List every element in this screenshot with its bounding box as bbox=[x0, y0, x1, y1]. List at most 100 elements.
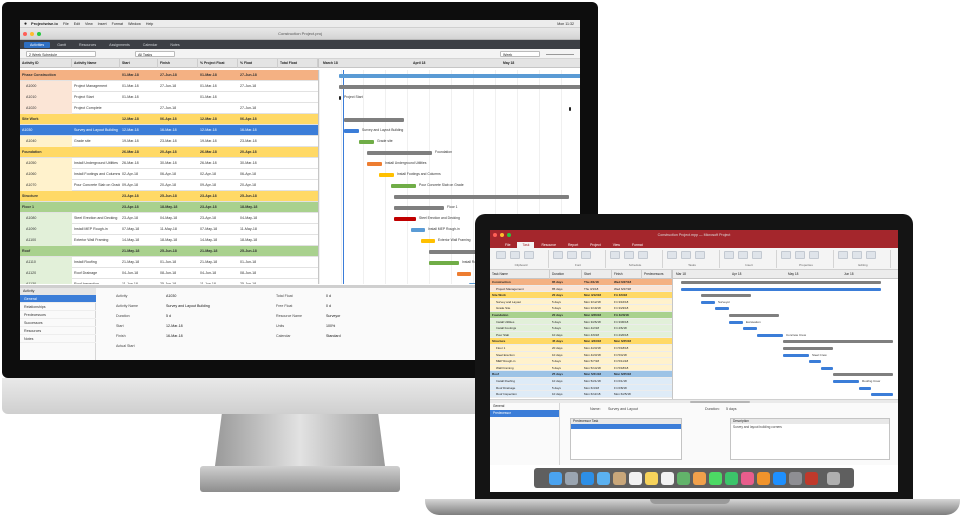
filter-select[interactable]: All Tasks bbox=[135, 51, 175, 57]
activity-row[interactable]: A1060 Install Footings and Columns 02-Apr-… bbox=[20, 169, 318, 180]
activity-row[interactable]: A1070 Pour Concrete Slab on Grade 09-Apr-1… bbox=[20, 180, 318, 191]
column-header[interactable]: % Float bbox=[238, 59, 278, 68]
gantt-bar[interactable] bbox=[379, 173, 394, 177]
notes-icon[interactable] bbox=[644, 471, 658, 485]
task-row[interactable]: Survey and Layout 5 days Mon 3/12/18 Fri 3/… bbox=[490, 298, 672, 306]
contacts-icon[interactable] bbox=[612, 471, 626, 485]
inspector-field-value[interactable]: 5 d bbox=[166, 314, 171, 318]
ribbon-button-icon[interactable] bbox=[681, 251, 691, 259]
inspector-field-value[interactable]: A1030 bbox=[166, 294, 176, 298]
gantt-bar[interactable] bbox=[367, 151, 432, 155]
view-tab[interactable]: Assignments bbox=[103, 42, 136, 48]
zoom-slider[interactable] bbox=[546, 54, 574, 55]
laptop-gantt-bar[interactable] bbox=[821, 366, 833, 370]
menu-app-name[interactable]: Projectwise.io bbox=[31, 21, 58, 26]
laptop-gantt-bar[interactable] bbox=[783, 353, 809, 357]
task-column-header[interactable]: Predecessors bbox=[642, 270, 672, 279]
column-header[interactable]: % Project Float bbox=[198, 59, 238, 68]
task-row[interactable]: Site Work 20 days Mon 3/12/18 Fri 4/6/18 bbox=[490, 292, 672, 299]
menu-item[interactable]: Insert bbox=[98, 22, 107, 26]
messages-icon[interactable] bbox=[708, 471, 722, 485]
gantt-bar[interactable] bbox=[391, 184, 416, 188]
task-row[interactable]: Install Roofing 10 days Mon 5/21/18 Fri 6/1… bbox=[490, 378, 672, 385]
menu-item[interactable]: Edit bbox=[74, 22, 80, 26]
laptop-gantt-bar[interactable] bbox=[701, 300, 715, 304]
activity-row[interactable]: Structure 23-Apr-18 25-Jun-18 23-Apr-18 25-J… bbox=[20, 191, 318, 202]
inspector-nav-item[interactable]: Predecessors bbox=[20, 311, 96, 319]
task-column-header[interactable]: Finish bbox=[612, 270, 642, 279]
menu-item[interactable]: Window bbox=[128, 22, 141, 26]
gantt-bar[interactable] bbox=[359, 140, 374, 144]
maps-icon[interactable] bbox=[676, 471, 690, 485]
apple-icon[interactable]: ● bbox=[24, 21, 27, 27]
laptop-gantt-bar[interactable] bbox=[729, 320, 743, 324]
view-tab[interactable]: Notes bbox=[164, 42, 185, 48]
task-duration-value[interactable]: 5 days bbox=[726, 407, 737, 411]
finder-icon[interactable] bbox=[548, 471, 562, 485]
menu-item[interactable]: Format bbox=[112, 22, 123, 26]
laptop-gantt-bar[interactable] bbox=[715, 307, 729, 311]
gantt-bar[interactable] bbox=[339, 96, 341, 100]
appstore-icon[interactable] bbox=[772, 471, 786, 485]
ribbon-button-icon[interactable] bbox=[624, 251, 634, 259]
laptop-gantt-bar[interactable] bbox=[783, 340, 893, 344]
activity-row[interactable]: Foundation 26-Mar-18 20-Apr-18 26-Mar-18 20-… bbox=[20, 147, 318, 158]
menu-item[interactable]: View bbox=[85, 22, 93, 26]
ribbon-button-icon[interactable] bbox=[695, 251, 705, 259]
inspector-nav-item[interactable]: Resources bbox=[20, 327, 96, 335]
ribbon-button-icon[interactable] bbox=[496, 251, 506, 259]
laptop-gantt-bar[interactable] bbox=[833, 373, 893, 377]
column-header[interactable]: Finish bbox=[158, 59, 198, 68]
ribbon-button-icon[interactable] bbox=[809, 251, 819, 259]
laptop-gantt-bar[interactable] bbox=[681, 281, 881, 284]
laptop-gantt-bar[interactable] bbox=[701, 294, 751, 298]
task-row[interactable]: Roof Inspection 10 days Mon 6/11/18 Mon 6/2… bbox=[490, 391, 672, 398]
ribbon-button-icon[interactable] bbox=[524, 251, 534, 259]
photos-icon[interactable] bbox=[692, 471, 706, 485]
activity-row[interactable]: Floor 1 23-Apr-18 18-May-18 23-Apr-18 18-May… bbox=[20, 202, 318, 213]
trash-icon[interactable] bbox=[826, 471, 840, 485]
inspector-nav-item[interactable]: Relationships bbox=[20, 303, 96, 311]
task-row[interactable]: Wall Framing 5 days Mon 5/14/18 Fri 5/18/18 bbox=[490, 364, 672, 372]
activity-row[interactable]: Roof 21-May-18 25-Jun-18 21-May-18 25-Jun-18 bbox=[20, 246, 318, 257]
activity-row[interactable]: A1090 Install MEP Rough-in 07-May-18 11-May… bbox=[20, 224, 318, 235]
task-row[interactable]: Construction 85 days Thu 3/1/18 Wed 6/27/18 bbox=[490, 279, 672, 286]
activity-row[interactable]: A1020 Project Complete 27-Jun-18 27-Jun-18 bbox=[20, 103, 318, 114]
gantt-bar[interactable] bbox=[394, 195, 569, 199]
safari-icon[interactable] bbox=[580, 471, 594, 485]
laptop-gantt-bar[interactable] bbox=[859, 386, 871, 390]
inspector-field-value[interactable]: 12-Mar-18 bbox=[166, 324, 183, 328]
laptop-gantt-bar[interactable] bbox=[833, 380, 859, 383]
laptop-gantt-bar[interactable] bbox=[743, 327, 757, 331]
laptop-gantt-bar[interactable] bbox=[681, 287, 881, 291]
description-box[interactable]: Description Survey and layout building c… bbox=[730, 418, 890, 460]
column-header[interactable]: Activity Name bbox=[72, 59, 120, 68]
ribbon-button-icon[interactable] bbox=[553, 251, 563, 259]
task-column-header[interactable]: Duration bbox=[550, 270, 582, 279]
laptop-gantt-bar[interactable] bbox=[871, 393, 893, 397]
gantt-bar[interactable] bbox=[421, 239, 435, 243]
activity-row[interactable]: A1000 Project Management 01-Mar-18 27-Jun-1… bbox=[20, 81, 318, 92]
task-row[interactable]: Floor 1 20 days Mon 4/23/18 Fri 5/18/18 bbox=[490, 345, 672, 352]
activity-row[interactable]: A1110 Install Roofing 21-May-18 01-Jun-18 21… bbox=[20, 257, 318, 268]
gantt-bar[interactable] bbox=[394, 206, 444, 210]
task-row[interactable]: Grade Site 5 days Mon 3/19/18 Fri 3/23/18 bbox=[490, 305, 672, 312]
gantt-bar[interactable] bbox=[429, 261, 459, 265]
task-column-header[interactable]: Start bbox=[582, 270, 612, 279]
project-app-icon[interactable] bbox=[804, 471, 818, 485]
ribbon-button-icon[interactable] bbox=[724, 251, 734, 259]
gantt-bar[interactable] bbox=[339, 85, 580, 89]
task-row[interactable]: Steel Erection 10 days Mon 4/23/18 Fri 5/4/… bbox=[490, 351, 672, 359]
gantt-bar[interactable] bbox=[411, 228, 425, 232]
laptop-gantt-bar[interactable] bbox=[729, 314, 779, 317]
column-header[interactable]: Activity ID bbox=[20, 59, 72, 68]
ribbon-button-icon[interactable] bbox=[667, 251, 677, 259]
launchpad-icon[interactable] bbox=[564, 471, 578, 485]
view-select[interactable]: 2 Week Schedule bbox=[26, 51, 96, 57]
calendar-icon[interactable] bbox=[628, 471, 642, 485]
gantt-bar[interactable] bbox=[394, 217, 416, 221]
task-row[interactable]: Structure 45 days Mon 4/23/18 Mon 6/25/18 bbox=[490, 338, 672, 345]
ribbon-button-icon[interactable] bbox=[795, 251, 805, 259]
view-tab[interactable]: Calendar bbox=[137, 42, 164, 48]
ribbon-button-icon[interactable] bbox=[610, 251, 620, 259]
